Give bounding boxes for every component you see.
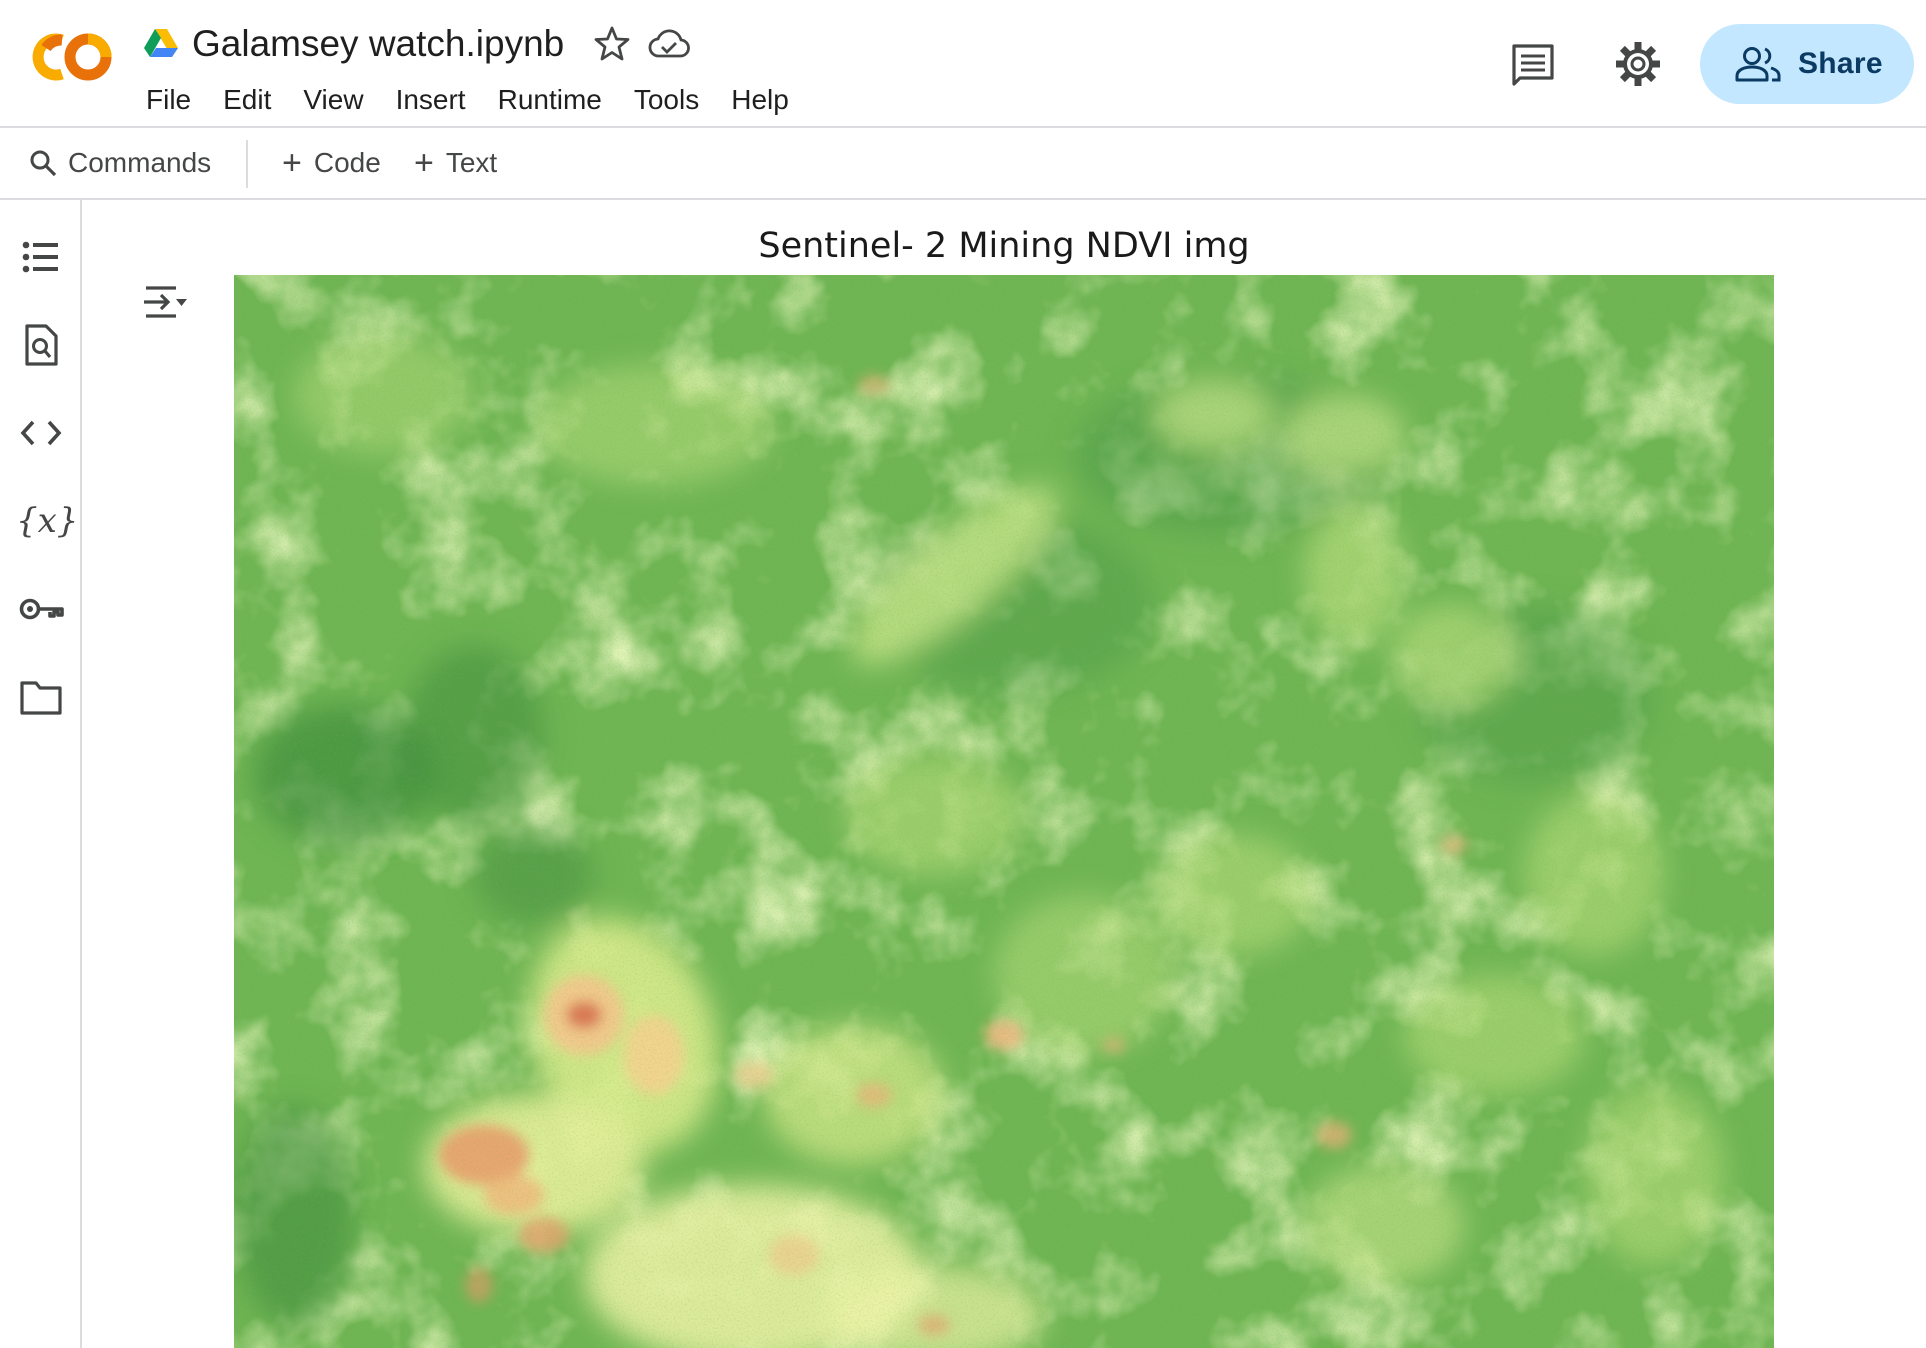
menu-edit[interactable]: Edit <box>207 78 287 122</box>
menu-bar: File Edit View Insert Runtime Tools Help <box>130 78 805 122</box>
plus-icon: + <box>282 144 302 182</box>
add-code-cell-button[interactable]: + Code <box>282 128 381 198</box>
cloud-saved-icon[interactable] <box>648 26 690 62</box>
folder-icon[interactable] <box>18 674 64 720</box>
toolbar-divider <box>246 140 248 188</box>
find-in-file-icon[interactable] <box>18 322 64 368</box>
google-drive-icon[interactable] <box>144 28 178 58</box>
menu-insert[interactable]: Insert <box>380 78 482 122</box>
colab-logo[interactable] <box>26 26 114 88</box>
search-icon <box>30 150 57 177</box>
notebook-toolbar: Commands + Code + Text <box>0 128 1926 200</box>
variables-icon[interactable]: {x} <box>16 496 78 546</box>
star-icon[interactable] <box>592 24 632 64</box>
plot-title: Sentinel- 2 Mining NDVI img <box>758 226 1250 266</box>
people-icon <box>1735 47 1781 82</box>
key-icon[interactable] <box>18 586 64 632</box>
menu-file[interactable]: File <box>130 78 207 122</box>
menu-view[interactable]: View <box>287 78 379 122</box>
menu-runtime[interactable]: Runtime <box>482 78 618 122</box>
add-text-cell-button[interactable]: + Text <box>414 128 497 198</box>
output-actions-icon[interactable] <box>142 282 188 322</box>
menu-tools[interactable]: Tools <box>618 78 715 122</box>
header-bar: Galamsey watch.ipynb File Edit View Inse… <box>0 0 1926 128</box>
gear-icon[interactable] <box>1612 38 1664 90</box>
commands-button[interactable]: Commands <box>28 128 211 198</box>
table-of-contents-icon[interactable] <box>18 234 64 280</box>
plus-icon: + <box>414 144 434 182</box>
ndvi-satellite-image <box>234 275 1774 1348</box>
menu-help[interactable]: Help <box>715 78 805 122</box>
notebook-title[interactable]: Galamsey watch.ipynb <box>192 20 564 68</box>
code-snippets-icon[interactable] <box>18 410 64 456</box>
left-sidebar: {x} <box>0 200 82 1348</box>
share-button[interactable]: Share <box>1700 24 1914 104</box>
code-label: Code <box>313 147 381 178</box>
commands-label: Commands <box>68 147 212 178</box>
comments-icon[interactable] <box>1508 40 1558 90</box>
text-label: Text <box>445 147 498 178</box>
share-label: Share <box>1798 47 1883 80</box>
